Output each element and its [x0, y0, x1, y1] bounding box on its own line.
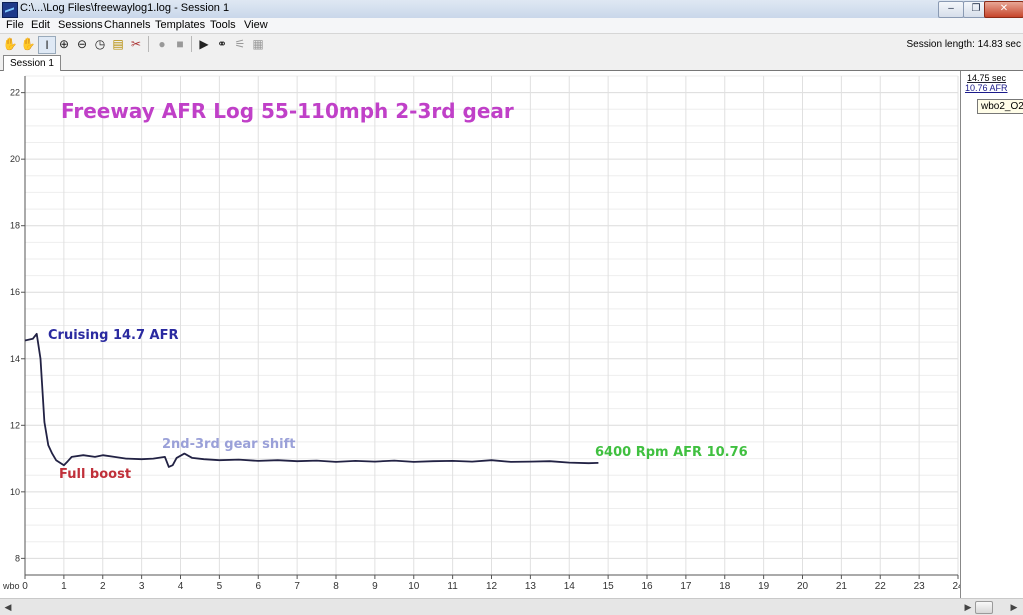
y-tick-label: 20: [10, 154, 20, 164]
x-tick-label: 18: [719, 581, 731, 592]
window-title: C:\...\Log Files\freewaylog1.log - Sessi…: [20, 2, 230, 14]
x-tick-label: 7: [294, 581, 300, 592]
menu-sessions[interactable]: Sessions: [58, 19, 103, 31]
x-tick-label: 6: [255, 581, 261, 592]
y-tick-label: 14: [10, 354, 20, 364]
toolbar: ✋ ✋ I ⊕ ⊖ ◷ ▤ ✂ ● ■ ▶ ⚭ ⚟ ▦ Session leng…: [0, 34, 1023, 55]
x-tick-label: 10: [408, 581, 420, 592]
chart-icon[interactable]: ⚟: [232, 36, 248, 52]
scroll-right-icon[interactable]: ▶: [1008, 601, 1020, 613]
legend-panel: 14.75 sec 10.76 AFR wbo2_O2: [961, 71, 1023, 598]
minimize-button[interactable]: –: [938, 1, 964, 18]
y-tick-label: 10: [10, 487, 20, 497]
x-tick-label: 13: [525, 581, 537, 592]
x-tick-label: 12: [486, 581, 498, 592]
play-icon[interactable]: ▶: [196, 36, 212, 52]
plot-area[interactable]: 8 10 12 14 16 18 20 22 0 1 2 3 4 5 6 7 8 9 10 11 12 13 14 15 16 1…: [0, 71, 961, 598]
cursor-time: 14.75 sec: [967, 73, 1007, 83]
x-tick-label: 2: [100, 581, 106, 592]
cruising-annotation: Cruising 14.7 AFR: [48, 328, 179, 343]
menu-file[interactable]: File: [6, 19, 24, 31]
text-cursor-icon[interactable]: I: [38, 36, 56, 54]
y-tick-label: 22: [10, 88, 20, 98]
x-tick-label: 11: [447, 581, 458, 592]
x-tick-label: 24: [952, 581, 960, 592]
reset-icon[interactable]: ✂: [128, 36, 144, 52]
x-tick-label: 17: [680, 581, 692, 592]
x-tick-label: 14: [564, 581, 576, 592]
zoom-in-icon[interactable]: ⊕: [56, 36, 72, 52]
title-bar: C:\...\Log Files\freewaylog1.log - Sessi…: [0, 0, 1023, 19]
toolbar-separator: [191, 36, 192, 52]
scroll-left-icon[interactable]: ◀: [2, 601, 14, 613]
menu-view[interactable]: View: [244, 19, 268, 31]
y-tick-label: 18: [10, 221, 20, 231]
menu-bar: File Edit Sessions Channels Templates To…: [0, 18, 1023, 34]
x-tick-label: 16: [641, 581, 653, 592]
cursor-value: 10.76 AFR: [965, 83, 1008, 93]
binoculars-icon[interactable]: ⚭: [214, 36, 230, 52]
series-line-wbo2_O2: [24, 332, 599, 468]
tab-session-1[interactable]: Session 1: [3, 55, 61, 71]
clock-icon[interactable]: ◷: [92, 36, 108, 52]
x-tick-label: 21: [836, 581, 848, 592]
x-tick-label: 20: [797, 581, 809, 592]
gear-shift-annotation: 2nd-3rd gear shift: [162, 437, 296, 452]
menu-edit[interactable]: Edit: [31, 19, 50, 31]
x-tick-label: 23: [914, 581, 926, 592]
zoom-out-icon[interactable]: ⊖: [74, 36, 90, 52]
y-tick-label: 8: [15, 553, 20, 563]
x-tick-label: 15: [603, 581, 615, 592]
session-length: Session length: 14.83 sec: [906, 39, 1021, 50]
horizontal-scrollbar[interactable]: ◀ ▶ ▶: [0, 598, 1023, 615]
x-tick-label: 5: [217, 581, 223, 592]
x-tick-label: 22: [875, 581, 887, 592]
full-boost-annotation: Full boost: [59, 467, 132, 482]
grid-icon[interactable]: ▦: [250, 36, 266, 52]
x-tick-label: 1: [61, 581, 67, 592]
x-tick-label: 3: [139, 581, 145, 592]
session-tabs: Session 1: [0, 54, 1023, 71]
x-tick-label: 0: [22, 581, 28, 592]
x-tick-label: 4: [178, 581, 184, 592]
scroll-right-mid-icon[interactable]: ▶: [962, 601, 974, 613]
hand-grab-icon[interactable]: ✋: [20, 36, 36, 52]
record-icon[interactable]: ●: [154, 36, 170, 52]
note-icon[interactable]: ▤: [110, 36, 126, 52]
hand-icon[interactable]: ✋: [2, 36, 18, 52]
y-tick-label: 12: [10, 420, 20, 430]
scroll-thumb[interactable]: [975, 601, 993, 614]
final-afr-annotation: 6400 Rpm AFR 10.76: [595, 445, 748, 460]
toolbar-separator: [148, 36, 149, 52]
x-axis-channel-label: wbo: [2, 581, 20, 591]
chart-title-annotation: Freeway AFR Log 55-110mph 2-3rd gear: [61, 99, 514, 123]
menu-templates[interactable]: Templates: [155, 19, 205, 31]
close-button[interactable]: ✕: [984, 1, 1023, 18]
x-tick-label: 8: [333, 581, 339, 592]
x-tick-label: 19: [758, 581, 770, 592]
x-tick-label: 9: [372, 581, 378, 592]
y-tick-label: 16: [10, 287, 20, 297]
app-icon: [2, 2, 18, 18]
menu-channels[interactable]: Channels: [104, 19, 150, 31]
stop-icon[interactable]: ■: [172, 36, 188, 52]
channel-label[interactable]: wbo2_O2: [977, 99, 1023, 114]
menu-tools[interactable]: Tools: [210, 19, 236, 31]
